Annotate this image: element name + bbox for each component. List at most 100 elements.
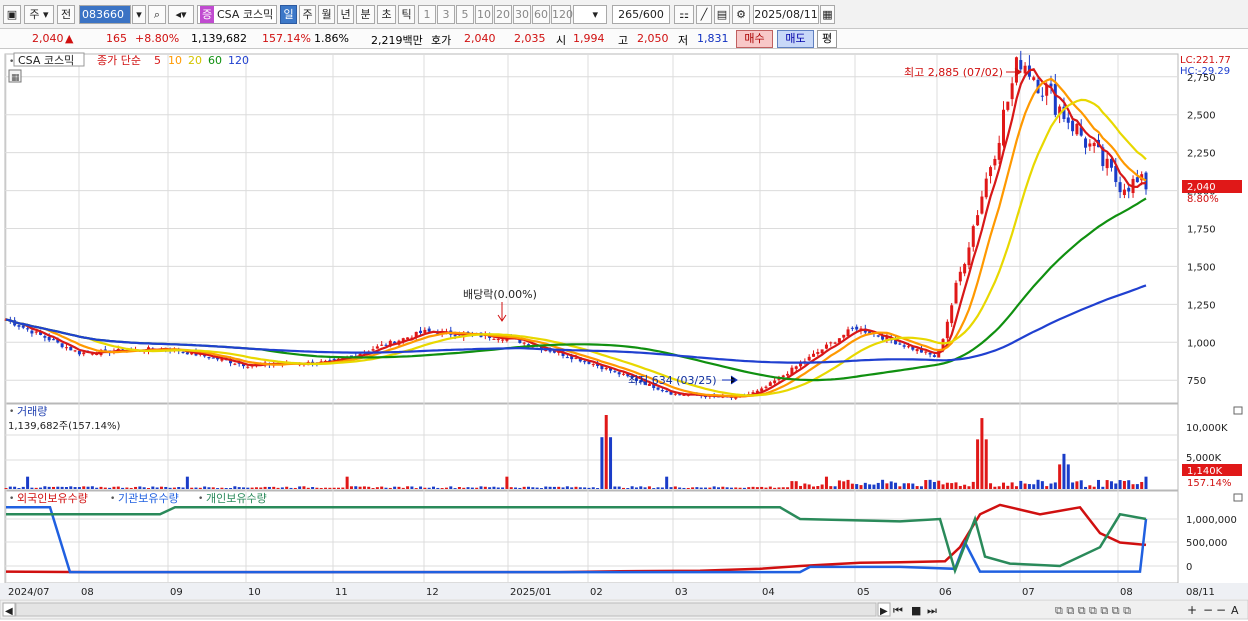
volume-bar (1062, 453, 1066, 489)
period-tab-week[interactable]: 주 (299, 5, 316, 24)
interval-20[interactable]: 20 (494, 5, 512, 24)
last-page-icon[interactable]: ⏭ (927, 604, 937, 617)
gear-icon[interactable]: ⚙ (732, 5, 750, 24)
save-icon[interactable]: ▤ (714, 5, 730, 24)
buy-button[interactable]: 매수 (736, 30, 773, 48)
high-label: 고 (618, 34, 629, 47)
candle-body (1010, 83, 1014, 100)
stock-name-field[interactable]: 증 CSA 코스믹 (197, 5, 277, 24)
interval-3[interactable]: 3 (437, 5, 455, 24)
interval-120[interactable]: 120 (551, 5, 573, 24)
prev-button[interactable]: 전 (57, 5, 75, 24)
volume-bar (406, 486, 410, 489)
volume-bar (285, 486, 289, 489)
x-axis-label: 05 (857, 587, 870, 598)
volume-bar (401, 487, 405, 489)
interval-5[interactable]: 5 (456, 5, 474, 24)
volume-bar (254, 487, 258, 489)
volume-dot-icon: • (9, 407, 14, 417)
stock-chart-svg[interactable]: • CSA 코스믹 종가 단순 5 10 20 60 120 ▦ LC:221.… (0, 50, 1248, 621)
volume-bar (1088, 485, 1092, 489)
volume-bar (190, 487, 194, 489)
period-tab-tick[interactable]: 틱 (398, 5, 415, 24)
candle-body (1088, 143, 1092, 147)
price-tick-label: 1,500 (1187, 262, 1216, 273)
x-axis-label: 06 (939, 587, 952, 598)
volume-bar (233, 486, 237, 489)
volume-bar (691, 487, 695, 489)
panel-icon[interactable]: ▣ (3, 5, 21, 24)
volume-bar (824, 476, 828, 489)
candle-body (764, 386, 768, 388)
volume-bar (397, 486, 401, 489)
period-tab-second[interactable]: 초 (377, 5, 396, 24)
stock-code-input[interactable]: 083660 (79, 5, 131, 24)
stop-icon[interactable]: ■ (911, 604, 921, 617)
lc-label: LC:221.77 (1180, 55, 1231, 66)
volume-bar (570, 487, 574, 489)
count-value: 265 (618, 8, 640, 21)
volume-bar (419, 486, 423, 489)
scrollbar-track[interactable] (15, 602, 877, 617)
candle-body (207, 356, 211, 359)
volume-bar (984, 439, 988, 489)
date-field[interactable]: 2025/08/11 (753, 5, 819, 24)
calendar-icon[interactable]: ▦ (820, 5, 835, 24)
speaker-icon[interactable]: ◂▾ (168, 5, 194, 24)
volume-bar (660, 487, 664, 489)
volume-bar (1058, 464, 1062, 489)
interval-10[interactable]: 10 (475, 5, 493, 24)
draw-tool-icon[interactable]: ╱ (696, 5, 712, 24)
volume-bar (13, 486, 17, 489)
volume-bar (928, 479, 932, 489)
volume-panel-close-icon[interactable] (1233, 406, 1243, 415)
search-icon[interactable]: ⌕ (148, 5, 166, 24)
holdings-label-individual: 개인보유수량 (206, 492, 267, 505)
reset-zoom-icon[interactable]: − (1216, 603, 1226, 617)
up-arrow-icon: ▲ (65, 32, 74, 45)
period-tab-minute[interactable]: 분 (356, 5, 375, 24)
interval-30[interactable]: 30 (513, 5, 531, 24)
volume-bar (496, 487, 500, 489)
candle-body (786, 373, 790, 376)
candle-body (30, 330, 34, 334)
first-page-icon[interactable]: ⏮ (893, 604, 903, 617)
font-size-icon[interactable]: A (1231, 604, 1239, 617)
custom-interval-select[interactable]: ▾ (573, 5, 607, 24)
volume-bar (587, 487, 591, 489)
candle-body (591, 364, 595, 366)
period-tab-month[interactable]: 월 (318, 5, 335, 24)
x-axis-label: 2025/01 (510, 587, 552, 598)
holdings-panel-close-icon[interactable] (1233, 493, 1243, 502)
code-dropdown-icon[interactable]: ▾ (132, 5, 146, 24)
volume-bar (479, 486, 483, 489)
volume-bar (673, 486, 677, 489)
period-tab-year[interactable]: 년 (337, 5, 354, 24)
holdings-dot-icon-3: • (198, 494, 203, 504)
candle-body (492, 338, 496, 340)
volume-bar (565, 486, 569, 489)
interval-1[interactable]: 1 (418, 5, 436, 24)
volume-bar (34, 487, 38, 489)
zoom-out-icon[interactable]: − (1203, 603, 1213, 617)
low-price: 1,831 (697, 32, 729, 45)
sell-button[interactable]: 매도 (777, 30, 814, 48)
zoom-in-icon[interactable]: + (1187, 603, 1197, 617)
holdings-label-institution: 기관보유수량 (118, 492, 179, 505)
chart-type-icon[interactable]: ⚏ (674, 5, 694, 24)
candle-body (989, 167, 993, 177)
period-tab-day[interactable]: 일 (280, 5, 297, 24)
compare-icons[interactable]: ⧉ ⧉ ⧉ ⧉ ⧉ ⧉ ⧉ (1055, 604, 1131, 617)
type-select[interactable]: 주 ▾ (24, 5, 54, 24)
evaluate-button[interactable]: 평 (817, 30, 837, 48)
volume-bar (604, 415, 608, 489)
volume-bar (812, 486, 815, 489)
volume-tick-10000k: 10,000K (1186, 423, 1228, 434)
volume-bar (267, 486, 271, 489)
volume-bar (747, 487, 751, 489)
interval-60[interactable]: 60 (532, 5, 550, 24)
volume-bar (790, 481, 794, 489)
price-panel-stock-label: CSA 코스믹 (18, 54, 74, 67)
volume-bar (561, 487, 565, 489)
count-field[interactable]: 265/600 (612, 5, 670, 24)
